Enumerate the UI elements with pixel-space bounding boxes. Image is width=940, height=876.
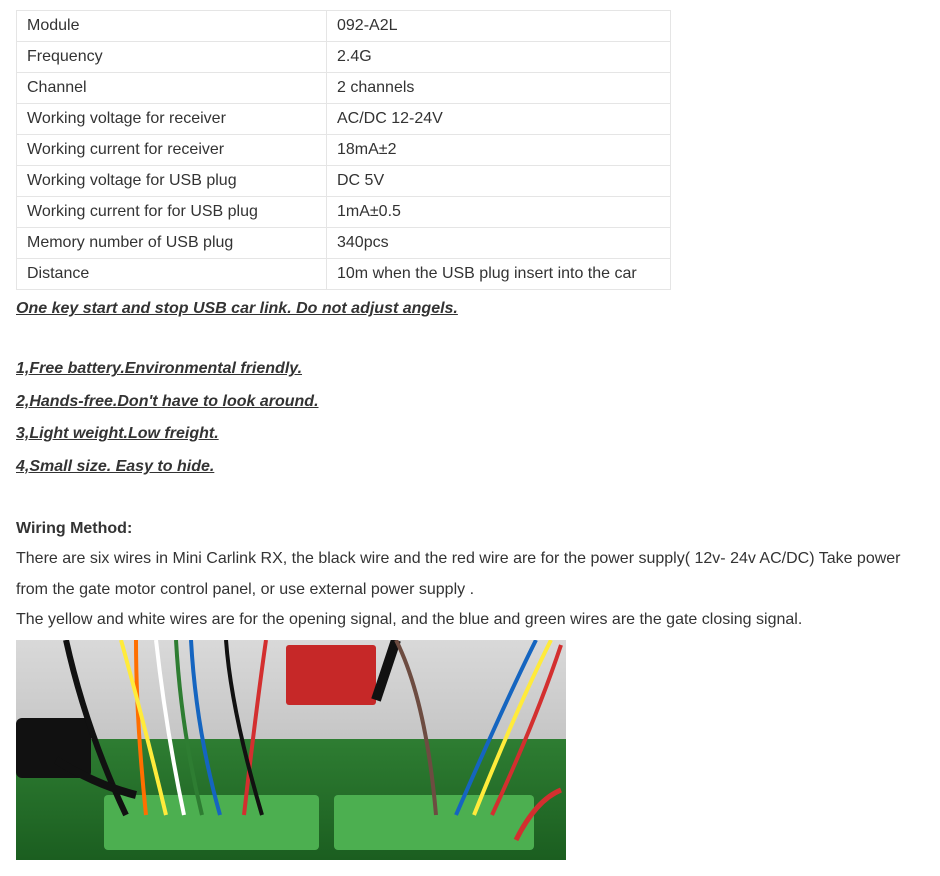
spec-label: Working current for for USB plug — [17, 197, 327, 228]
table-row: Channel 2 channels — [17, 73, 671, 104]
table-row: Working current for receiver 18mA±2 — [17, 135, 671, 166]
spec-label: Module — [17, 11, 327, 42]
spec-value: 340pcs — [327, 228, 671, 259]
feature-item: 2,Hands-free.Don't have to look around. — [16, 387, 924, 417]
spec-value: AC/DC 12-24V — [327, 104, 671, 135]
table-row: Working voltage for receiver AC/DC 12-24… — [17, 104, 671, 135]
spec-value: 092-A2L — [327, 11, 671, 42]
spec-value: 18mA±2 — [327, 135, 671, 166]
wiring-title: Wiring Method: — [16, 514, 924, 544]
table-row: Working voltage for USB plug DC 5V — [17, 166, 671, 197]
spec-label: Working voltage for receiver — [17, 104, 327, 135]
table-row: Memory number of USB plug 340pcs — [17, 228, 671, 259]
spec-value: 10m when the USB plug insert into the ca… — [327, 259, 671, 290]
table-row: Working current for for USB plug 1mA±0.5 — [17, 197, 671, 228]
wiring-text: The yellow and white wires are for the o… — [16, 605, 924, 635]
spec-label: Distance — [17, 259, 327, 290]
spec-label: Channel — [17, 73, 327, 104]
spec-label: Working current for receiver — [17, 135, 327, 166]
table-row: Distance 10m when the USB plug insert in… — [17, 259, 671, 290]
feature-item: 1,Free battery.Environmental friendly. — [16, 354, 924, 384]
spec-value: 2 channels — [327, 73, 671, 104]
spec-value: 2.4G — [327, 42, 671, 73]
feature-item: 3,Light weight.Low freight. — [16, 419, 924, 449]
table-row: Module 092-A2L — [17, 11, 671, 42]
wiring-photo — [16, 640, 566, 860]
feature-item: 4,Small size. Easy to hide. — [16, 452, 924, 482]
spec-value: 1mA±0.5 — [327, 197, 671, 228]
spec-label: Memory number of USB plug — [17, 228, 327, 259]
tagline: One key start and stop USB car link. Do … — [16, 294, 924, 324]
spec-label: Frequency — [17, 42, 327, 73]
spec-table: Module 092-A2L Frequency 2.4G Channel 2 … — [16, 10, 671, 290]
table-row: Frequency 2.4G — [17, 42, 671, 73]
wiring-text: There are six wires in Mini Carlink RX, … — [16, 544, 924, 605]
spec-value: DC 5V — [327, 166, 671, 197]
spec-label: Working voltage for USB plug — [17, 166, 327, 197]
